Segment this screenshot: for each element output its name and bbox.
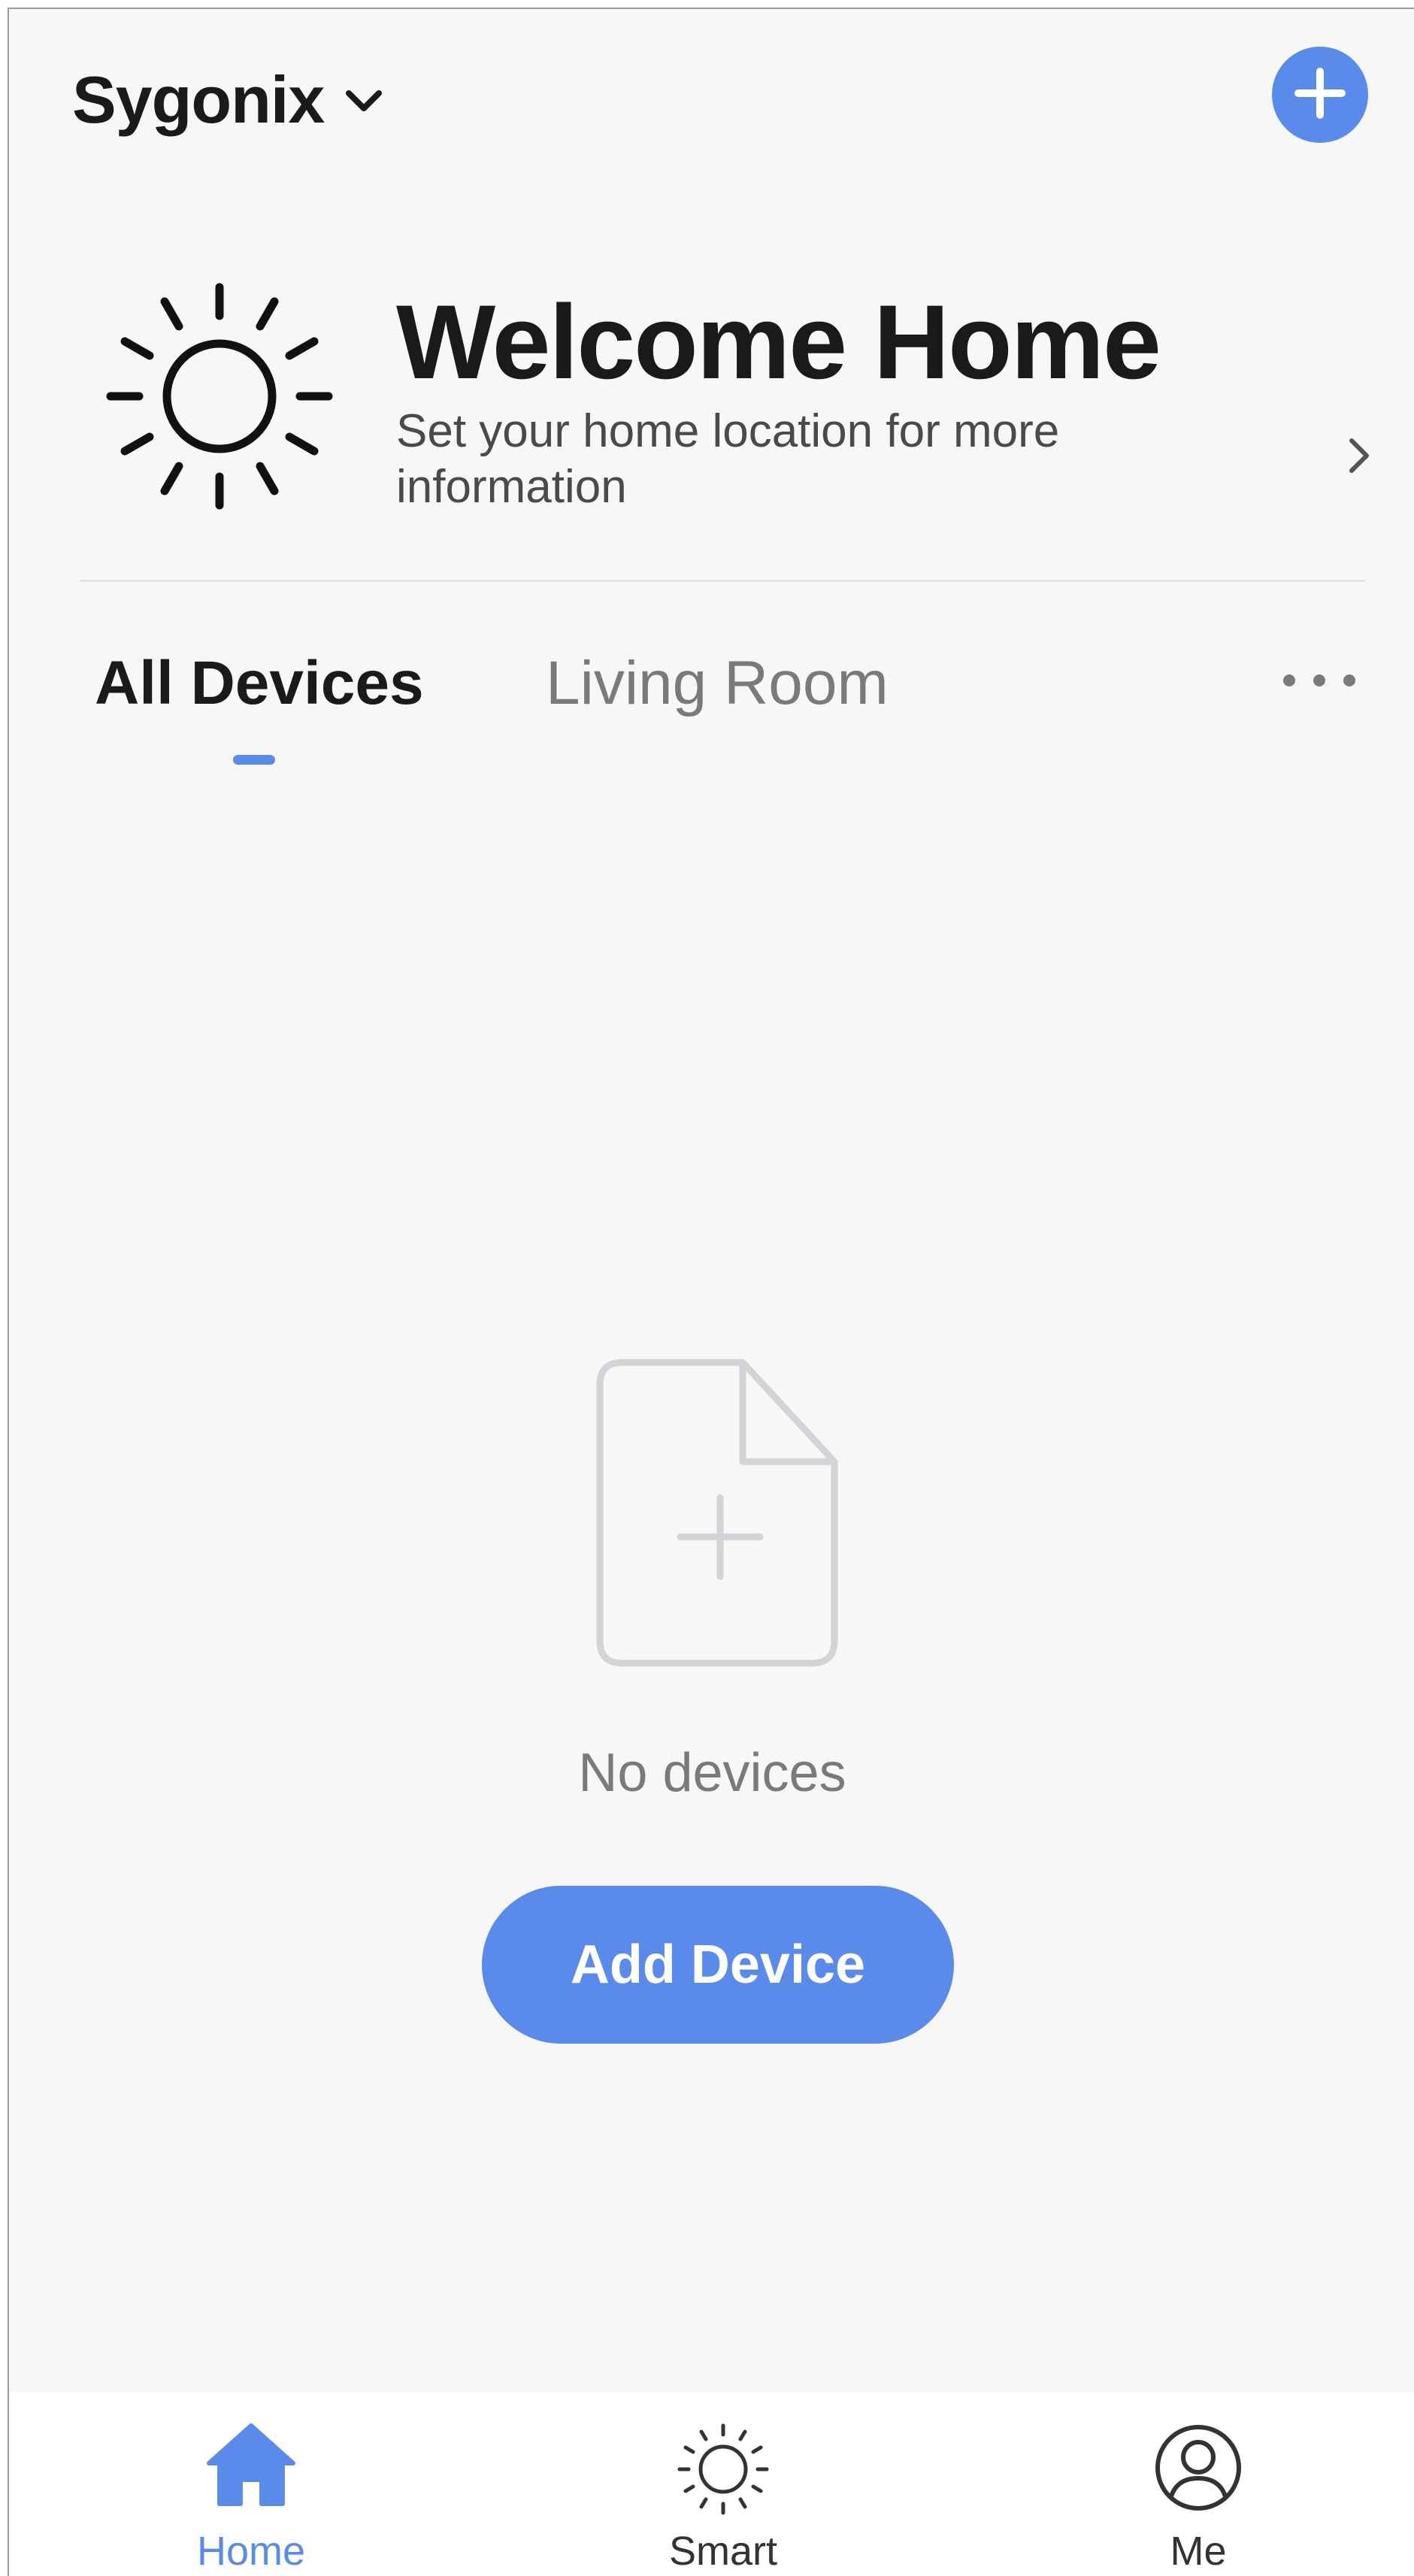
bottom-navigation: Home Smart Me xyxy=(9,2393,1414,2576)
empty-state-message: No devices xyxy=(578,1743,846,1803)
home-name: Sygonix xyxy=(72,62,325,137)
tab-all-devices[interactable]: All Devices xyxy=(95,648,424,719)
add-document-icon xyxy=(592,1355,848,1674)
add-button[interactable] xyxy=(1272,47,1368,143)
home-switcher[interactable]: Sygonix xyxy=(72,62,383,138)
plus-icon xyxy=(1294,67,1346,123)
chevron-right-icon xyxy=(1347,436,1373,479)
welcome-subtitle: Set your home location for more informat… xyxy=(396,405,1060,513)
nav-label-smart: Smart xyxy=(668,2529,778,2574)
welcome-title: Welcome Home xyxy=(396,283,1161,401)
home-icon xyxy=(206,2423,296,2511)
sun-icon xyxy=(103,280,336,517)
divider xyxy=(80,580,1365,582)
user-circle-icon xyxy=(1153,2423,1243,2517)
nav-label-me: Me xyxy=(1170,2529,1227,2574)
chevron-down-icon xyxy=(345,89,383,117)
nav-item-smart[interactable]: Smart xyxy=(573,2393,874,2576)
app-screen: Sygonix Welcome Home Set your home locat… xyxy=(8,8,1414,2576)
nav-label-home: Home xyxy=(196,2529,306,2574)
nav-item-me[interactable]: Me xyxy=(1048,2393,1349,2576)
nav-item-home[interactable]: Home xyxy=(101,2393,401,2576)
tab-living-room[interactable]: Living Room xyxy=(546,648,889,719)
active-tab-indicator xyxy=(233,755,275,765)
sun-icon xyxy=(677,2423,770,2520)
add-device-button[interactable]: Add Device xyxy=(482,1886,954,2044)
weather-card[interactable]: Welcome Home Set your home location for … xyxy=(9,265,1414,535)
more-horizontal-icon[interactable] xyxy=(1283,674,1355,686)
